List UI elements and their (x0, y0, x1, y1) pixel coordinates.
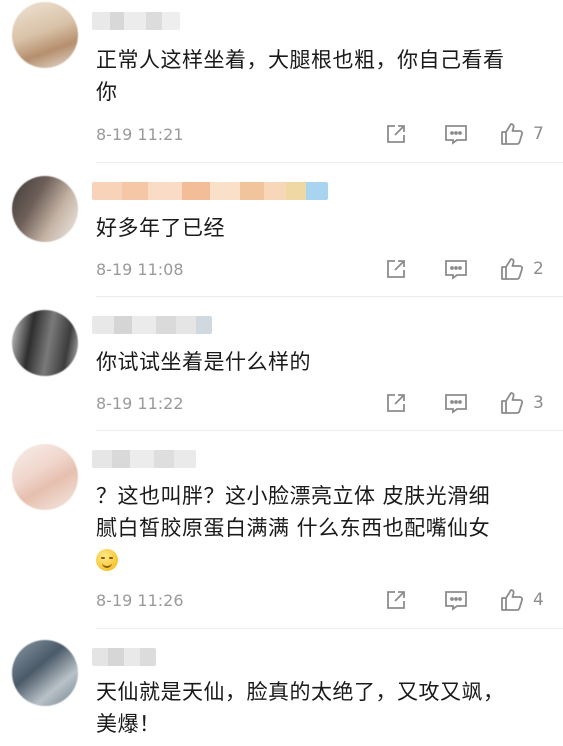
comment-meta: 8-19 11:22 3 (96, 389, 545, 417)
avatar[interactable] (12, 2, 78, 68)
comment-text-line: 好多年了已经 (96, 216, 225, 240)
timestamp: 8-19 11:21 (96, 124, 184, 144)
username-blurred[interactable] (92, 12, 180, 30)
username-blurred[interactable] (92, 182, 328, 200)
divider (96, 430, 563, 431)
thumbs-up-icon (501, 392, 524, 414)
share-button[interactable] (383, 257, 409, 281)
like-count: 2 (533, 259, 544, 279)
comment-text-line: 天仙就是天仙，脸真的太绝了，又攻又飒， (96, 680, 505, 704)
avatar[interactable] (12, 444, 78, 510)
comment-actions: 7 (383, 120, 545, 148)
reply-button[interactable] (443, 391, 469, 415)
like-button[interactable]: 4 (499, 587, 545, 613)
timestamp: 8-19 11:26 (96, 590, 184, 610)
comment-text: 正常人这样坐着，大腿根也粗，你自己看看 你 (96, 44, 545, 108)
share-button[interactable] (383, 391, 409, 415)
comment-text: 天仙就是天仙，脸真的太绝了，又攻又飒， 美爆！ (96, 676, 545, 740)
comment-text-line: ？这也叫胖？这小脸漂亮立体 皮肤光滑细 (96, 484, 491, 508)
share-icon (387, 125, 405, 143)
comment-text-line: 正常人这样坐着，大腿根也粗，你自己看看 (96, 48, 505, 72)
comment-icon (445, 591, 467, 611)
comment-actions: 3 (383, 389, 545, 417)
like-button[interactable]: 3 (499, 390, 545, 416)
username-blurred[interactable] (92, 648, 156, 666)
avatar[interactable] (12, 640, 78, 706)
username-blurred[interactable] (92, 316, 212, 334)
emoji-line (96, 544, 545, 576)
comment-text: 好多年了已经 (96, 212, 545, 244)
timestamp: 8-19 11:22 (96, 393, 184, 413)
thumbs-up-icon (501, 123, 524, 145)
divider (96, 628, 563, 629)
comment-text-line: 美爆！ (96, 712, 161, 736)
comment-meta: 8-19 11:26 4 (96, 586, 545, 614)
share-button[interactable] (383, 122, 409, 146)
comment-text: ？这也叫胖？这小脸漂亮立体 皮肤光滑细 腻白皙胶原蛋白满满 什么东西也配嘴仙女 (96, 480, 545, 576)
share-icon (387, 591, 405, 609)
comment-meta: 8-19 11:21 7 (96, 120, 545, 148)
share-icon (387, 394, 405, 412)
divider (96, 296, 563, 297)
reply-button[interactable] (443, 257, 469, 281)
username-blurred[interactable] (92, 450, 196, 468)
comment-meta: 8-19 11:08 2 (96, 255, 545, 283)
comment-text-line: 你试试坐着是什么样的 (96, 350, 311, 374)
comment-icon (445, 394, 467, 414)
thumbs-up-icon (501, 258, 524, 280)
share-button[interactable] (383, 588, 409, 612)
comment-text-line: 你 (96, 80, 118, 104)
divider (96, 162, 563, 163)
comment-icon (445, 260, 467, 280)
like-count: 7 (533, 124, 544, 144)
thumbs-up-icon (501, 589, 524, 611)
comment-text-line: 腻白皙胶原蛋白满满 什么东西也配嘴仙女 (96, 516, 491, 540)
like-button[interactable]: 2 (499, 256, 545, 282)
share-icon (387, 260, 405, 278)
avatar[interactable] (12, 310, 78, 376)
comment-icon (445, 125, 467, 145)
reply-button[interactable] (443, 588, 469, 612)
timestamp: 8-19 11:08 (96, 259, 184, 279)
grinning-emoji-icon (96, 549, 118, 571)
comment-text: 你试试坐着是什么样的 (96, 346, 545, 378)
like-count: 3 (533, 393, 544, 413)
comment-actions: 4 (383, 586, 545, 614)
reply-button[interactable] (443, 122, 469, 146)
like-button[interactable]: 7 (499, 121, 545, 147)
comment-actions: 2 (383, 255, 545, 283)
avatar[interactable] (12, 176, 78, 242)
like-count: 4 (533, 590, 544, 610)
